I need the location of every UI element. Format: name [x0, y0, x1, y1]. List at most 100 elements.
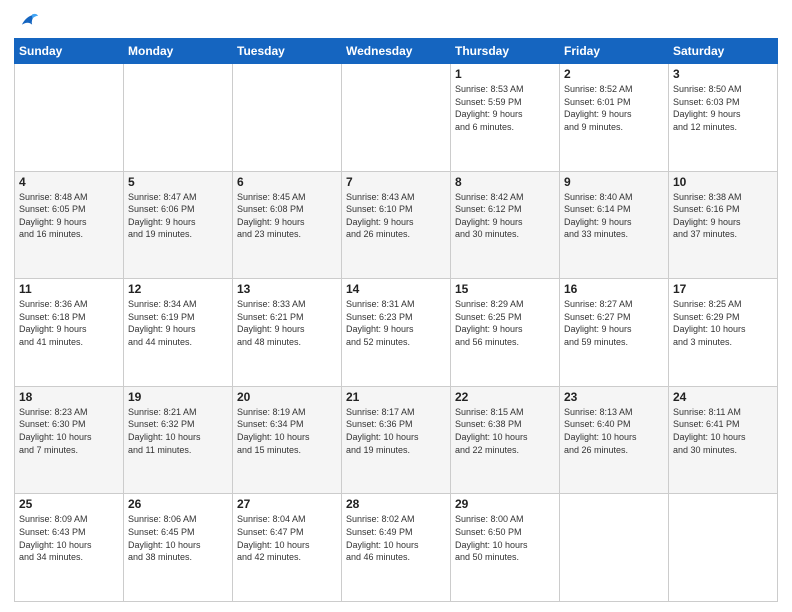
calendar: SundayMondayTuesdayWednesdayThursdayFrid…	[14, 38, 778, 602]
day-number: 21	[346, 390, 446, 404]
calendar-cell: 21 Sunrise: 8:17 AM Sunset: 6:36 PM Dayli…	[342, 386, 451, 494]
day-number: 8	[455, 175, 555, 189]
day-number: 3	[673, 67, 773, 81]
day-info: Sunrise: 8:50 AM Sunset: 6:03 PM Dayligh…	[673, 83, 773, 133]
day-number: 4	[19, 175, 119, 189]
day-of-week-header: Monday	[124, 39, 233, 64]
day-info: Sunrise: 8:53 AM Sunset: 5:59 PM Dayligh…	[455, 83, 555, 133]
day-number: 22	[455, 390, 555, 404]
calendar-cell: 16 Sunrise: 8:27 AM Sunset: 6:27 PM Dayli…	[560, 279, 669, 387]
day-of-week-header: Thursday	[451, 39, 560, 64]
day-number: 17	[673, 282, 773, 296]
calendar-cell: 19Sunrise: 8:21 AM Sunset: 6:32 PM Dayli…	[124, 386, 233, 494]
day-info: Sunrise: 8:36 AM Sunset: 6:18 PM Dayligh…	[19, 298, 119, 348]
day-info: Sunrise: 8:40 AM Sunset: 6:14 PM Dayligh…	[564, 191, 664, 241]
calendar-cell	[342, 64, 451, 172]
day-number: 28	[346, 497, 446, 511]
calendar-week-row: 25Sunrise: 8:09 AM Sunset: 6:43 PM Dayli…	[15, 494, 778, 602]
calendar-cell: 20 Sunrise: 8:19 AM Sunset: 6:34 PM Dayli…	[233, 386, 342, 494]
calendar-cell: 12 Sunrise: 8:34 AM Sunset: 6:19 PM Dayli…	[124, 279, 233, 387]
day-info: Sunrise: 8:15 AM Sunset: 6:38 PM Dayligh…	[455, 406, 555, 456]
day-number: 10	[673, 175, 773, 189]
day-number: 29	[455, 497, 555, 511]
calendar-cell: 1 Sunrise: 8:53 AM Sunset: 5:59 PM Daylig…	[451, 64, 560, 172]
day-number: 6	[237, 175, 337, 189]
calendar-cell: 23 Sunrise: 8:13 AM Sunset: 6:40 PM Dayli…	[560, 386, 669, 494]
calendar-cell: 29Sunrise: 8:00 AM Sunset: 6:50 PM Dayli…	[451, 494, 560, 602]
calendar-cell: 3 Sunrise: 8:50 AM Sunset: 6:03 PM Daylig…	[669, 64, 778, 172]
day-number: 19	[128, 390, 228, 404]
calendar-cell: 9 Sunrise: 8:40 AM Sunset: 6:14 PM Daylig…	[560, 171, 669, 279]
day-info: Sunrise: 8:02 AM Sunset: 6:49 PM Dayligh…	[346, 513, 446, 563]
calendar-header-row: SundayMondayTuesdayWednesdayThursdayFrid…	[15, 39, 778, 64]
day-number: 13	[237, 282, 337, 296]
calendar-cell: 17 Sunrise: 8:25 AM Sunset: 6:29 PM Dayli…	[669, 279, 778, 387]
day-info: Sunrise: 8:17 AM Sunset: 6:36 PM Dayligh…	[346, 406, 446, 456]
day-info: Sunrise: 8:04 AM Sunset: 6:47 PM Dayligh…	[237, 513, 337, 563]
day-info: Sunrise: 8:38 AM Sunset: 6:16 PM Dayligh…	[673, 191, 773, 241]
day-info: Sunrise: 8:34 AM Sunset: 6:19 PM Dayligh…	[128, 298, 228, 348]
day-info: Sunrise: 8:42 AM Sunset: 6:12 PM Dayligh…	[455, 191, 555, 241]
header	[14, 10, 778, 32]
calendar-cell: 18 Sunrise: 8:23 AM Sunset: 6:30 PM Dayli…	[15, 386, 124, 494]
calendar-week-row: 18 Sunrise: 8:23 AM Sunset: 6:30 PM Dayli…	[15, 386, 778, 494]
calendar-cell: 5 Sunrise: 8:47 AM Sunset: 6:06 PM Daylig…	[124, 171, 233, 279]
calendar-cell: 7 Sunrise: 8:43 AM Sunset: 6:10 PM Daylig…	[342, 171, 451, 279]
day-number: 27	[237, 497, 337, 511]
calendar-cell	[233, 64, 342, 172]
day-of-week-header: Tuesday	[233, 39, 342, 64]
day-of-week-header: Sunday	[15, 39, 124, 64]
day-info: Sunrise: 8:43 AM Sunset: 6:10 PM Dayligh…	[346, 191, 446, 241]
day-number: 25	[19, 497, 119, 511]
day-info: Sunrise: 8:52 AM Sunset: 6:01 PM Dayligh…	[564, 83, 664, 133]
day-number: 12	[128, 282, 228, 296]
calendar-cell	[560, 494, 669, 602]
calendar-cell	[669, 494, 778, 602]
calendar-cell: 10 Sunrise: 8:38 AM Sunset: 6:16 PM Dayli…	[669, 171, 778, 279]
day-number: 14	[346, 282, 446, 296]
day-number: 20	[237, 390, 337, 404]
calendar-cell: 24 Sunrise: 8:11 AM Sunset: 6:41 PM Dayli…	[669, 386, 778, 494]
calendar-cell: 13 Sunrise: 8:33 AM Sunset: 6:21 PM Dayli…	[233, 279, 342, 387]
day-of-week-header: Saturday	[669, 39, 778, 64]
calendar-week-row: 4Sunrise: 8:48 AM Sunset: 6:05 PM Daylig…	[15, 171, 778, 279]
day-info: Sunrise: 8:47 AM Sunset: 6:06 PM Dayligh…	[128, 191, 228, 241]
day-number: 24	[673, 390, 773, 404]
day-info: Sunrise: 8:29 AM Sunset: 6:25 PM Dayligh…	[455, 298, 555, 348]
calendar-cell	[15, 64, 124, 172]
day-number: 23	[564, 390, 664, 404]
calendar-cell: 8 Sunrise: 8:42 AM Sunset: 6:12 PM Daylig…	[451, 171, 560, 279]
day-info: Sunrise: 8:27 AM Sunset: 6:27 PM Dayligh…	[564, 298, 664, 348]
logo	[14, 10, 38, 32]
day-number: 18	[19, 390, 119, 404]
day-number: 7	[346, 175, 446, 189]
calendar-cell: 27 Sunrise: 8:04 AM Sunset: 6:47 PM Dayli…	[233, 494, 342, 602]
day-number: 2	[564, 67, 664, 81]
day-number: 1	[455, 67, 555, 81]
calendar-cell: 22 Sunrise: 8:15 AM Sunset: 6:38 PM Dayli…	[451, 386, 560, 494]
day-info: Sunrise: 8:11 AM Sunset: 6:41 PM Dayligh…	[673, 406, 773, 456]
calendar-cell: 4Sunrise: 8:48 AM Sunset: 6:05 PM Daylig…	[15, 171, 124, 279]
calendar-week-row: 11 Sunrise: 8:36 AM Sunset: 6:18 PM Dayli…	[15, 279, 778, 387]
calendar-week-row: 1 Sunrise: 8:53 AM Sunset: 5:59 PM Daylig…	[15, 64, 778, 172]
day-number: 9	[564, 175, 664, 189]
day-number: 11	[19, 282, 119, 296]
calendar-cell	[124, 64, 233, 172]
day-info: Sunrise: 8:23 AM Sunset: 6:30 PM Dayligh…	[19, 406, 119, 456]
calendar-cell: 25Sunrise: 8:09 AM Sunset: 6:43 PM Dayli…	[15, 494, 124, 602]
day-of-week-header: Wednesday	[342, 39, 451, 64]
day-info: Sunrise: 8:19 AM Sunset: 6:34 PM Dayligh…	[237, 406, 337, 456]
day-info: Sunrise: 8:25 AM Sunset: 6:29 PM Dayligh…	[673, 298, 773, 348]
logo-bird-icon	[16, 10, 38, 32]
day-number: 5	[128, 175, 228, 189]
day-number: 16	[564, 282, 664, 296]
day-of-week-header: Friday	[560, 39, 669, 64]
day-info: Sunrise: 8:13 AM Sunset: 6:40 PM Dayligh…	[564, 406, 664, 456]
calendar-cell: 15Sunrise: 8:29 AM Sunset: 6:25 PM Dayli…	[451, 279, 560, 387]
calendar-cell: 11 Sunrise: 8:36 AM Sunset: 6:18 PM Dayli…	[15, 279, 124, 387]
day-info: Sunrise: 8:33 AM Sunset: 6:21 PM Dayligh…	[237, 298, 337, 348]
calendar-cell: 28 Sunrise: 8:02 AM Sunset: 6:49 PM Dayli…	[342, 494, 451, 602]
day-info: Sunrise: 8:06 AM Sunset: 6:45 PM Dayligh…	[128, 513, 228, 563]
page: SundayMondayTuesdayWednesdayThursdayFrid…	[0, 0, 792, 612]
day-info: Sunrise: 8:45 AM Sunset: 6:08 PM Dayligh…	[237, 191, 337, 241]
